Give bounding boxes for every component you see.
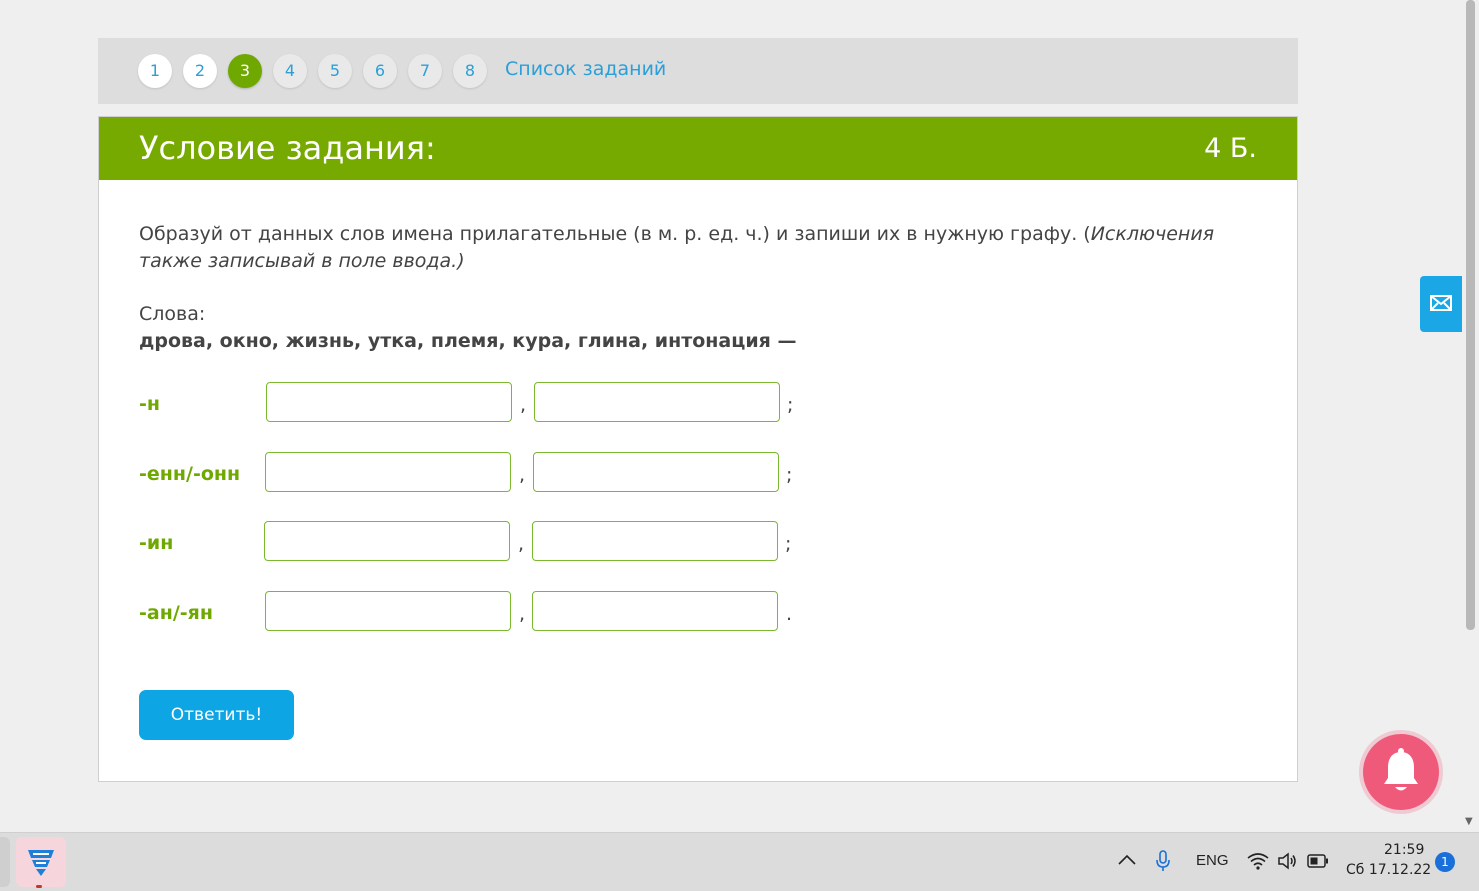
answer-row-an-yan: -ан/-ян , . <box>139 591 839 635</box>
answer-input-an-1[interactable] <box>265 591 511 631</box>
task-number-5[interactable]: 5 <box>318 54 352 88</box>
answer-input-n-2[interactable] <box>534 382 780 422</box>
feedback-tab[interactable] <box>1420 276 1462 332</box>
comma-separator: , <box>520 394 527 416</box>
submit-answer-button[interactable]: Ответить! <box>139 690 294 740</box>
row-end-punctuation: ; <box>787 394 794 416</box>
comma-separator: , <box>519 464 526 486</box>
task-number-1[interactable]: 1 <box>138 54 172 88</box>
row-end-punctuation: . <box>786 603 793 625</box>
answer-input-enn-1[interactable] <box>265 452 511 492</box>
chevron-up-icon[interactable] <box>1118 853 1136 865</box>
clock-date[interactable]: Сб 17.12.22 <box>1346 862 1431 878</box>
answer-input-n-1[interactable] <box>266 382 512 422</box>
wifi-icon[interactable] <box>1247 852 1269 870</box>
answer-row-in: -ин , ; <box>139 521 839 565</box>
suffix-label: -ан/-ян <box>139 602 213 624</box>
answer-input-in-2[interactable] <box>532 521 778 561</box>
task-number-4[interactable]: 4 <box>273 54 307 88</box>
task-number-3-active[interactable]: 3 <box>228 54 262 88</box>
task-number-7[interactable]: 7 <box>408 54 442 88</box>
mail-icon <box>1430 294 1452 312</box>
scroll-thumb[interactable] <box>1466 0 1475 630</box>
suffix-label: -н <box>139 393 161 415</box>
bell-icon <box>1381 748 1421 796</box>
task-card: Условие задания: 4 Б. Образуй от данных … <box>98 116 1298 782</box>
words-label: Слова: <box>139 303 206 325</box>
suffix-label: -енн/-онн <box>139 463 241 485</box>
scroll-down-arrow-icon[interactable]: ▼ <box>1465 816 1473 827</box>
answer-row-n: -н , ; <box>139 382 839 426</box>
taskbar-previous-app[interactable] <box>0 837 10 887</box>
task-list-link[interactable]: Список заданий <box>505 58 666 80</box>
taskbar-app-button[interactable] <box>16 837 66 888</box>
app-running-indicator <box>36 885 42 888</box>
instruction-main: Образуй от данных слов имена прилагатель… <box>139 223 1091 245</box>
row-end-punctuation: ; <box>786 464 793 486</box>
microphone-icon[interactable] <box>1155 850 1171 872</box>
battery-icon[interactable] <box>1307 854 1329 868</box>
task-number-2[interactable]: 2 <box>183 54 217 88</box>
task-points: 4 Б. <box>1204 133 1257 164</box>
task-header: Условие задания: 4 Б. <box>99 117 1297 180</box>
answer-input-an-2[interactable] <box>532 591 778 631</box>
words-list: дрова, окно, жизнь, утка, племя, кура, г… <box>139 330 797 352</box>
answer-input-enn-2[interactable] <box>533 452 779 492</box>
notifications-bell-button[interactable] <box>1363 734 1439 810</box>
answer-input-in-1[interactable] <box>264 521 510 561</box>
notification-count-badge[interactable]: 1 <box>1435 852 1455 872</box>
os-taskbar: ENG 21:59 Сб 17.12.22 1 <box>0 832 1479 891</box>
comma-separator: , <box>518 533 525 555</box>
task-number-8[interactable]: 8 <box>453 54 487 88</box>
suffix-label: -ин <box>139 532 174 554</box>
app-logo-icon <box>25 847 57 877</box>
page-scrollbar[interactable]: ▼ <box>1462 0 1479 832</box>
speaker-icon[interactable] <box>1277 852 1297 870</box>
comma-separator: , <box>519 603 526 625</box>
task-title: Условие задания: <box>139 129 436 167</box>
task-instruction: Образуй от данных слов имена прилагатель… <box>139 221 1259 275</box>
task-number-6[interactable]: 6 <box>363 54 397 88</box>
answer-row-enn-onn: -енн/-онн , ; <box>139 452 839 496</box>
language-indicator[interactable]: ENG <box>1196 852 1229 869</box>
clock-time[interactable]: 21:59 <box>1384 842 1424 858</box>
task-navigation: 1 2 3 4 5 6 7 8 Список заданий <box>98 38 1298 104</box>
row-end-punctuation: ; <box>785 533 792 555</box>
